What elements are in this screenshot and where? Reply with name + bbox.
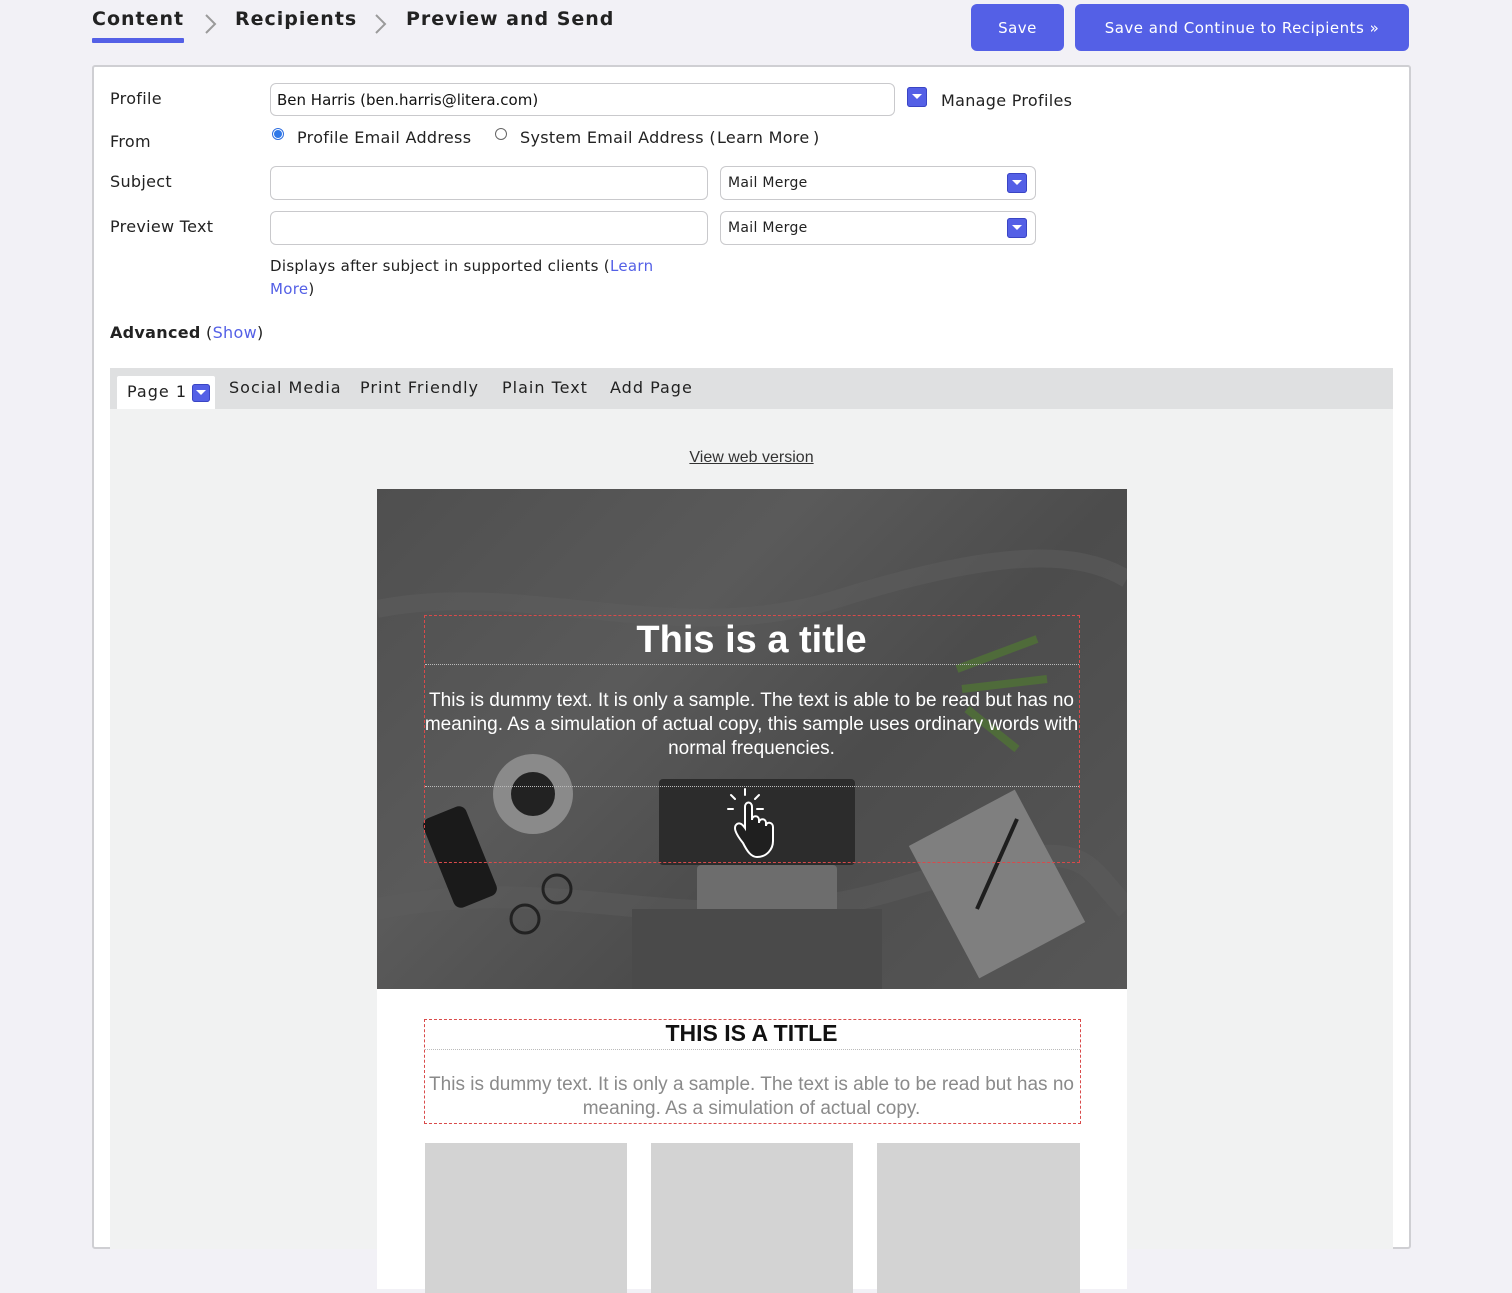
chevron-right-icon	[375, 14, 387, 34]
from-close-paren: )	[813, 128, 820, 147]
step-preview-and-send[interactable]: Preview and Send	[406, 8, 614, 30]
tab-print-friendly[interactable]: Print Friendly	[360, 378, 479, 397]
email-editor-canvas: View web version This is a title This is…	[110, 409, 1393, 1293]
step-content[interactable]: Content	[92, 8, 185, 43]
manage-profiles-link[interactable]: Manage Profiles	[941, 91, 1072, 110]
profile-field[interactable]: Ben Harris (ben.harris@litera.com)	[270, 83, 895, 116]
caret-down-icon	[196, 390, 206, 395]
save-button[interactable]: Save	[971, 4, 1064, 51]
divider	[425, 664, 1079, 665]
editor-tabbar: Page 1 Social Media Print Friendly Plain…	[110, 368, 1393, 409]
subject-mail-merge-value: Mail Merge	[728, 175, 808, 191]
caret-down-icon	[1012, 180, 1022, 185]
from-label: From	[110, 132, 151, 151]
advanced-show-link[interactable]: Show	[213, 323, 257, 342]
tab-page-1[interactable]: Page 1	[117, 376, 215, 409]
radio-profile-email[interactable]	[272, 128, 284, 140]
view-web-version-link[interactable]: View web version	[110, 449, 1393, 467]
profile-email-option-label: Profile Email Address	[297, 128, 472, 147]
preview-learn-more-link[interactable]: Learn	[610, 257, 653, 275]
chevron-right-icon	[205, 14, 217, 34]
preview-mail-merge-value: Mail Merge	[728, 220, 808, 236]
section-text[interactable]: This is dummy text. It is only a sample.…	[424, 1073, 1079, 1121]
profile-dropdown-button[interactable]	[907, 87, 927, 107]
section-title[interactable]: THIS IS A TITLE	[424, 1020, 1079, 1047]
advanced-label: Advanced	[110, 323, 201, 342]
tab-plain-text[interactable]: Plain Text	[502, 378, 588, 397]
preview-mail-merge-dropdown-button[interactable]	[1007, 218, 1027, 238]
subject-mail-merge-select[interactable]: Mail Merge	[720, 166, 1036, 200]
preview-text-help: Displays after subject in supported clie…	[270, 257, 654, 298]
hero-image-block[interactable]: This is a title This is dummy text. It i…	[377, 489, 1127, 989]
from-learn-more-link[interactable]: Learn More	[717, 128, 809, 147]
preview-text-label: Preview Text	[110, 217, 214, 236]
profile-label: Profile	[110, 89, 162, 108]
step-recipients[interactable]: Recipients	[235, 8, 357, 30]
image-placeholder[interactable]	[877, 1143, 1080, 1293]
content-card: Profile Ben Harris (ben.harris@litera.co…	[92, 65, 1411, 1293]
hero-text[interactable]: This is dummy text. It is only a sample.…	[424, 689, 1079, 761]
hero-title[interactable]: This is a title	[424, 616, 1079, 664]
image-placeholder[interactable]	[651, 1143, 853, 1293]
advanced-row: Advanced (Show)	[110, 323, 264, 342]
image-placeholder[interactable]	[425, 1143, 627, 1293]
tab-social-media[interactable]: Social Media	[229, 378, 342, 397]
radio-system-email[interactable]	[495, 128, 507, 140]
divider	[425, 1049, 1080, 1050]
subject-input[interactable]	[270, 166, 708, 200]
system-email-option-label: System Email Address (	[520, 128, 716, 147]
save-and-continue-button[interactable]: Save and Continue to Recipients »	[1075, 4, 1409, 51]
preview-learn-more-link-cont[interactable]: More	[270, 280, 308, 298]
caret-down-icon	[1012, 225, 1022, 230]
caret-down-icon	[912, 94, 922, 99]
page-options-dropdown-button[interactable]	[192, 384, 210, 402]
text-section-block[interactable]: THIS IS A TITLE This is dummy text. It i…	[377, 989, 1127, 1293]
subject-label: Subject	[110, 172, 172, 191]
tab-add-page[interactable]: Add Page	[610, 378, 693, 397]
pointer-hand-icon[interactable]	[727, 787, 777, 859]
preview-text-input[interactable]	[270, 211, 708, 245]
preview-mail-merge-select[interactable]: Mail Merge	[720, 211, 1036, 245]
subject-mail-merge-dropdown-button[interactable]	[1007, 173, 1027, 193]
